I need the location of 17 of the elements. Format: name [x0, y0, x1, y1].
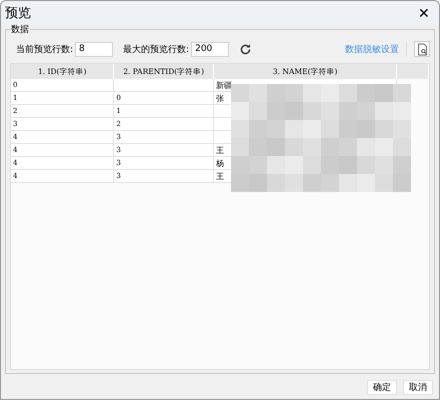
close-button[interactable]: ✕ [409, 1, 439, 25]
ok-button[interactable]: 确定 [367, 380, 397, 395]
field-label: 当前预览行数: [16, 44, 74, 56]
table-cell: 杨 [216, 158, 224, 168]
table-cell: 新疆 [216, 80, 232, 90]
table-cell: 王 [216, 146, 224, 154]
table-cell: 张 [216, 94, 224, 102]
cancel-button[interactable]: 取消 [403, 380, 433, 395]
document-icon [416, 42, 428, 56]
export-button[interactable] [414, 41, 430, 57]
input-field[interactable]: 200 [191, 42, 230, 56]
table-cell: 王 [216, 172, 224, 180]
input-field[interactable]: 8 [75, 42, 114, 56]
field-label: 最大的预览行数: [123, 44, 190, 56]
refresh-icon[interactable] [239, 42, 252, 56]
window-title: 预览 [5, 5, 31, 22]
group-label: 数据 [10, 23, 30, 36]
